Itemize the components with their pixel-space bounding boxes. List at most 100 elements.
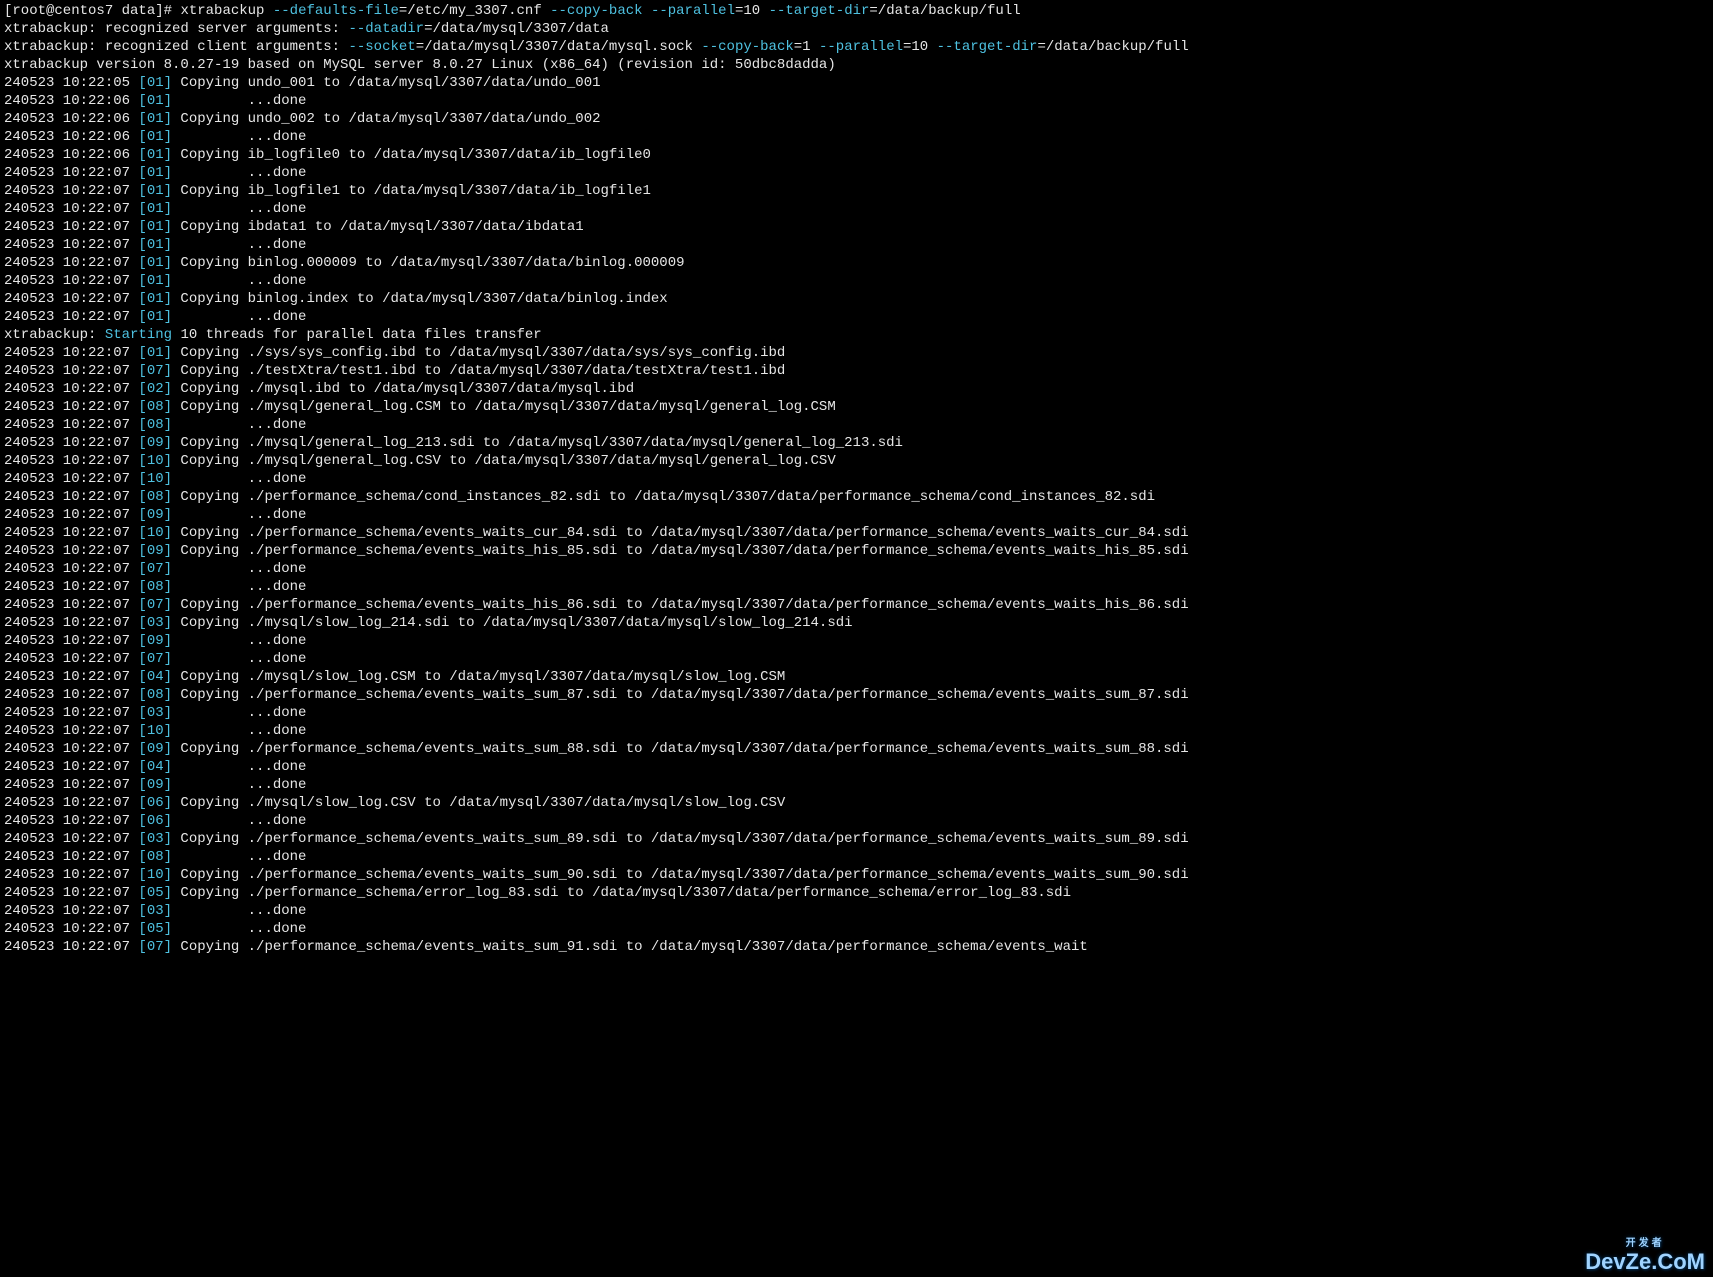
log-timestamp: 240523 10:22:07 bbox=[4, 921, 138, 937]
log-thread: [01] bbox=[138, 111, 172, 127]
log-thread: [08] bbox=[138, 417, 172, 433]
log-thread: [10] bbox=[138, 867, 172, 883]
log-thread: [01] bbox=[138, 75, 172, 91]
log-message: ...done bbox=[172, 579, 306, 595]
log-timestamp: 240523 10:22:07 bbox=[4, 309, 138, 325]
log-message: ...done bbox=[172, 165, 306, 181]
log-thread: [01] bbox=[138, 147, 172, 163]
log-timestamp: 240523 10:22:07 bbox=[4, 939, 138, 955]
log-timestamp: 240523 10:22:07 bbox=[4, 507, 138, 523]
log-timestamp: 240523 10:22:07 bbox=[4, 183, 138, 199]
log-thread: [07] bbox=[138, 939, 172, 955]
watermark: 开发者 DevZe.CoM bbox=[1585, 1239, 1705, 1271]
header-option: --target-dir bbox=[937, 39, 1038, 55]
log-message: Copying ./testXtra/test1.ibd to /data/my… bbox=[172, 363, 785, 379]
log-timestamp: 240523 10:22:07 bbox=[4, 363, 138, 379]
log-thread: [03] bbox=[138, 831, 172, 847]
header-value: =10 bbox=[903, 39, 937, 55]
log-timestamp: 240523 10:22:07 bbox=[4, 165, 138, 181]
log-message: ...done bbox=[172, 813, 306, 829]
log-message: Copying ./performance_schema/error_log_8… bbox=[172, 885, 1071, 901]
log-message: ...done bbox=[172, 777, 306, 793]
command-value: =/data/backup/full bbox=[869, 3, 1029, 19]
log-timestamp: 240523 10:22:06 bbox=[4, 129, 138, 145]
log-message: Copying ./mysql/general_log_213.sdi to /… bbox=[172, 435, 903, 451]
log-message: ...done bbox=[172, 903, 306, 919]
log-thread: [10] bbox=[138, 453, 172, 469]
watermark-sub: 开发者 bbox=[1585, 1235, 1705, 1253]
log-timestamp: 240523 10:22:07 bbox=[4, 345, 138, 361]
log-thread: [09] bbox=[138, 507, 172, 523]
log-timestamp: 240523 10:22:07 bbox=[4, 471, 138, 487]
header-value: =1 bbox=[794, 39, 819, 55]
log-timestamp: 240523 10:22:07 bbox=[4, 687, 138, 703]
log-message: ...done bbox=[172, 273, 306, 289]
command-option: --defaults-file bbox=[273, 3, 399, 19]
log-thread: [01] bbox=[138, 255, 172, 271]
log-thread: [07] bbox=[138, 363, 172, 379]
log-thread: [09] bbox=[138, 633, 172, 649]
log-message: ...done bbox=[172, 705, 306, 721]
log-thread: [04] bbox=[138, 759, 172, 775]
log-thread: [07] bbox=[138, 561, 172, 577]
log-message: Copying ./mysql/general_log.CSV to /data… bbox=[172, 453, 836, 469]
log-timestamp: 240523 10:22:07 bbox=[4, 597, 138, 613]
log-timestamp: 240523 10:22:07 bbox=[4, 453, 138, 469]
command-option: --copy-back bbox=[550, 3, 642, 19]
log-timestamp: 240523 10:22:07 bbox=[4, 831, 138, 847]
log-message: Copying undo_001 to /data/mysql/3307/dat… bbox=[172, 75, 600, 91]
log-timestamp: 240523 10:22:05 bbox=[4, 75, 138, 91]
log-thread: [07] bbox=[138, 597, 172, 613]
log-message: Copying ./performance_schema/events_wait… bbox=[172, 831, 1189, 847]
log-message: ...done bbox=[172, 93, 306, 109]
log-thread: [10] bbox=[138, 723, 172, 739]
log-thread: [01] bbox=[138, 309, 172, 325]
log-timestamp: 240523 10:22:07 bbox=[4, 489, 138, 505]
log-timestamp: 240523 10:22:07 bbox=[4, 561, 138, 577]
log-message: ...done bbox=[172, 309, 306, 325]
log-message: Copying ./mysql/slow_log.CSV to /data/my… bbox=[172, 795, 785, 811]
log-message: ...done bbox=[172, 561, 306, 577]
log-message: Copying ./performance_schema/events_wait… bbox=[172, 939, 1088, 955]
log-thread: [01] bbox=[138, 345, 172, 361]
log-thread: [08] bbox=[138, 489, 172, 505]
log-message: Copying ib_logfile0 to /data/mysql/3307/… bbox=[172, 147, 651, 163]
log-thread: [08] bbox=[138, 579, 172, 595]
log-thread: [08] bbox=[138, 687, 172, 703]
log-thread: [01] bbox=[138, 165, 172, 181]
log-timestamp: 240523 10:22:07 bbox=[4, 291, 138, 307]
log-message: Copying ibdata1 to /data/mysql/3307/data… bbox=[172, 219, 584, 235]
command-value bbox=[643, 3, 651, 19]
log-timestamp: 240523 10:22:07 bbox=[4, 777, 138, 793]
log-timestamp: 240523 10:22:07 bbox=[4, 543, 138, 559]
log-thread: [10] bbox=[138, 471, 172, 487]
log-message: ...done bbox=[172, 129, 306, 145]
log-message: Copying ./mysql.ibd to /data/mysql/3307/… bbox=[172, 381, 634, 397]
header-value: =/data/backup/full bbox=[1037, 39, 1188, 55]
log-message: ...done bbox=[172, 237, 306, 253]
log-thread: [10] bbox=[138, 525, 172, 541]
starting-rest: 10 threads for parallel data files trans… bbox=[172, 327, 542, 343]
log-timestamp: 240523 10:22:07 bbox=[4, 417, 138, 433]
terminal-output[interactable]: [root@centos7 data]# xtrabackup --defaul… bbox=[0, 0, 1713, 958]
log-thread: [08] bbox=[138, 849, 172, 865]
log-thread: [03] bbox=[138, 705, 172, 721]
log-thread: [09] bbox=[138, 543, 172, 559]
log-message: Copying ./mysql/slow_log.CSM to /data/my… bbox=[172, 669, 785, 685]
log-thread: [01] bbox=[138, 291, 172, 307]
log-message: Copying ./performance_schema/events_wait… bbox=[172, 867, 1189, 883]
log-message: Copying ./performance_schema/events_wait… bbox=[172, 687, 1189, 703]
log-thread: [02] bbox=[138, 381, 172, 397]
log-timestamp: 240523 10:22:07 bbox=[4, 633, 138, 649]
log-message: ...done bbox=[172, 201, 306, 217]
log-thread: [03] bbox=[138, 903, 172, 919]
log-thread: [04] bbox=[138, 669, 172, 685]
log-thread: [06] bbox=[138, 795, 172, 811]
log-timestamp: 240523 10:22:07 bbox=[4, 435, 138, 451]
log-message: ...done bbox=[172, 759, 306, 775]
log-message: Copying undo_002 to /data/mysql/3307/dat… bbox=[172, 111, 600, 127]
starting-keyword: Starting bbox=[105, 327, 172, 343]
log-timestamp: 240523 10:22:07 bbox=[4, 399, 138, 415]
header-line: xtrabackup version 8.0.27-19 based on My… bbox=[4, 57, 836, 73]
log-thread: [01] bbox=[138, 273, 172, 289]
